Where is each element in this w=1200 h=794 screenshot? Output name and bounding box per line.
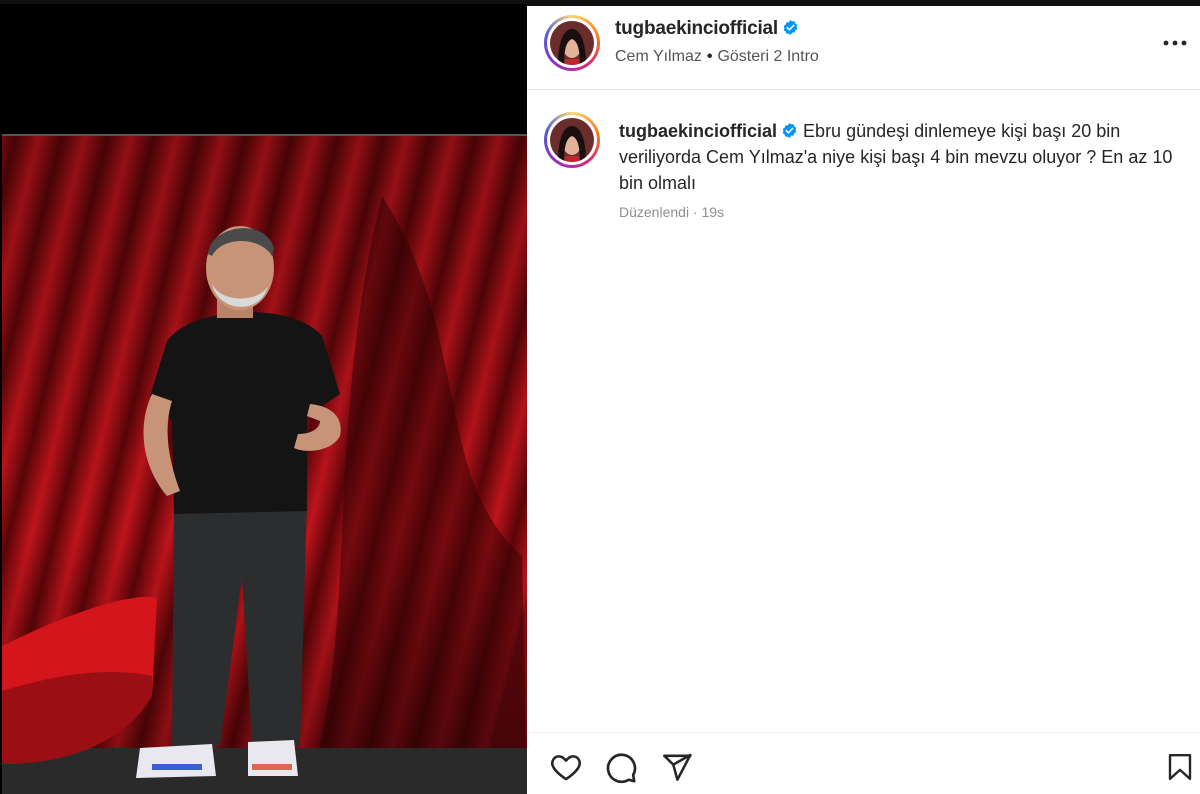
caption-username[interactable]: tugbaekinciofficial bbox=[619, 121, 798, 141]
send-icon[interactable] bbox=[657, 747, 697, 787]
verified-badge-icon bbox=[783, 20, 798, 35]
location-part-2[interactable]: Gösteri 2 Intro bbox=[717, 48, 818, 65]
post-panel: tugbaekinciofficial Cem Yılmaz • Gösteri 2… bbox=[527, 6, 1200, 794]
caption-avatar[interactable] bbox=[544, 112, 600, 168]
author-avatar[interactable] bbox=[544, 15, 600, 71]
caption-meta: Düzenlendi · 19s bbox=[619, 204, 725, 220]
action-bar bbox=[527, 732, 1200, 794]
more-options-icon[interactable] bbox=[1160, 28, 1190, 58]
location-part-1[interactable]: Cem Yılmaz bbox=[615, 48, 702, 65]
post-location[interactable]: Cem Yılmaz • Gösteri 2 Intro bbox=[615, 48, 819, 66]
bookmark-icon[interactable] bbox=[1160, 747, 1200, 787]
comment-icon[interactable] bbox=[601, 747, 641, 787]
author-username[interactable]: tugbaekinciofficial bbox=[615, 18, 799, 40]
heart-icon[interactable] bbox=[546, 747, 586, 787]
post-media[interactable] bbox=[0, 4, 527, 794]
verified-badge-icon bbox=[782, 123, 797, 138]
post-photo bbox=[0, 134, 527, 794]
caption-text: tugbaekinciofficial Ebru gündeşi dinleme… bbox=[619, 118, 1179, 196]
location-separator: • bbox=[706, 48, 713, 65]
screenshot-frame: tugbaekinciofficial Cem Yılmaz • Gösteri 2… bbox=[0, 0, 1200, 794]
media-letterbox-top bbox=[0, 4, 527, 130]
post-header: tugbaekinciofficial Cem Yılmaz • Gösteri 2… bbox=[527, 6, 1200, 90]
